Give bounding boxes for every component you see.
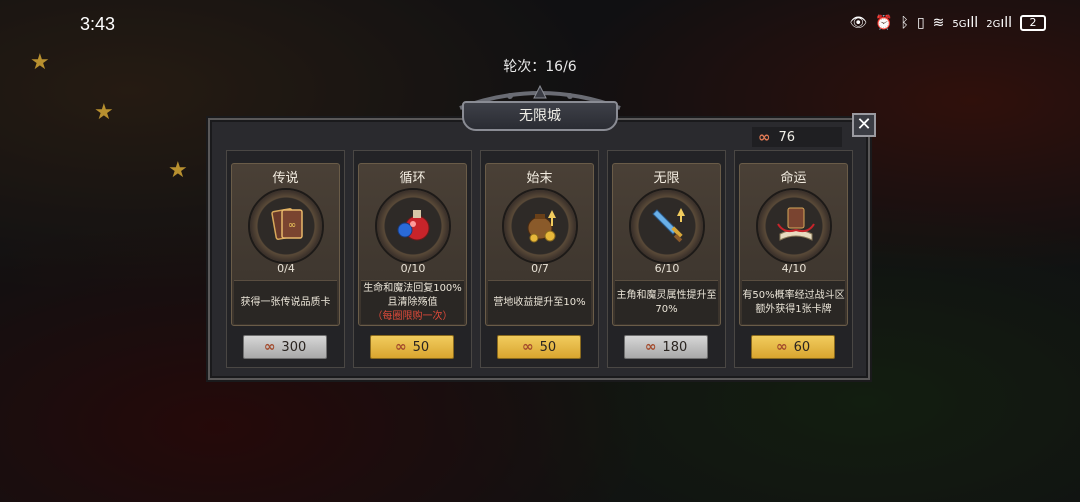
wifi-icon: ≋ xyxy=(932,15,945,31)
infinity-icon: ∞ xyxy=(394,339,407,355)
signal-icon: 2Gıll xyxy=(986,15,1012,31)
card-body: 命运 4/10 有50%概率经过战斗区额外获得1张卡牌 xyxy=(739,163,848,326)
price-label: 60 xyxy=(793,339,811,355)
close-icon: ✕ xyxy=(856,114,872,135)
card-desc-text: 主角和魔灵属性提升至70% xyxy=(616,289,717,315)
potion-icon xyxy=(397,210,430,241)
map-star-icon: ★ xyxy=(168,158,188,183)
card-title: 循环 xyxy=(399,171,426,186)
card-desc-text: 营地收益提升至10% xyxy=(493,296,586,308)
card-progress: 0/4 xyxy=(277,262,295,275)
card-title: 传说 xyxy=(272,171,299,186)
signal-5g-icon: 5Gıll xyxy=(952,15,979,31)
card-fate[interactable]: 命运 4/10 有50%概率经过战斗区额外获得1张卡牌 ∞ 60 xyxy=(734,150,853,368)
card-progress: 6/10 xyxy=(654,262,680,275)
infinity-icon: ∞ xyxy=(644,339,657,355)
infinity-icon: ∞ xyxy=(758,128,770,146)
sword-icon xyxy=(652,208,685,243)
buy-button[interactable]: ∞ 60 xyxy=(751,335,835,359)
infinity-icon: ∞ xyxy=(775,339,788,355)
card-progress: 4/10 xyxy=(781,262,807,275)
bluetooth-icon: ᛒ xyxy=(900,15,909,31)
card-description: 有50%概率经过战斗区额外获得1张卡牌 xyxy=(742,280,845,324)
card-body: 始末 0/7 营地收益提升至10% xyxy=(485,163,594,326)
card-infinite[interactable]: 无限 6/10 主角和魔灵属性提升至70% ∞ 180 xyxy=(607,150,726,368)
round-counter: 轮次：16/6 xyxy=(503,59,577,75)
price-label: 180 xyxy=(662,339,688,355)
map-star-icon: ★ xyxy=(94,100,114,125)
card-medallion: 0/7 xyxy=(502,188,578,275)
card-title: 无限 xyxy=(653,171,680,186)
price-label: 300 xyxy=(281,339,307,355)
currency-display: ∞ 76 xyxy=(752,127,842,147)
card-cycle[interactable]: 循环 0/10 生命和魔法回复100%且清除殇值 （每圈限购一次） ∞ 50 xyxy=(353,150,472,368)
close-button[interactable]: ✕ xyxy=(852,113,876,137)
card-title: 命运 xyxy=(780,171,807,186)
card-desc-text: 有50%概率经过战斗区额外获得1张卡牌 xyxy=(742,289,845,315)
card-progress: 0/10 xyxy=(400,262,426,275)
card-medallion: 6/10 xyxy=(629,188,705,275)
card-medallion: ∞ 0/4 xyxy=(248,188,324,275)
card-body: 传说 ∞ 0/4 获得一张传说品质卡 xyxy=(231,163,340,326)
svg-text:∞: ∞ xyxy=(288,220,296,231)
buy-button[interactable]: ∞ 50 xyxy=(370,335,454,359)
card-description: 获得一张传说品质卡 xyxy=(234,280,337,324)
money-bag-icon xyxy=(527,210,556,243)
infinity-icon: ∞ xyxy=(521,339,534,355)
eye-icon: 👁 xyxy=(849,15,868,31)
card-desc-text: 生命和魔法回复100%且清除殇值 xyxy=(363,282,462,308)
card-description: 主角和魔灵属性提升至70% xyxy=(615,280,718,324)
card-body: 循环 0/10 生命和魔法回复100%且清除殇值 （每圈限购一次） xyxy=(358,163,467,326)
card-note: （每圈限购一次） xyxy=(372,310,453,322)
card-description: 营地收益提升至10% xyxy=(488,280,591,324)
legend-card-icon: ∞ xyxy=(271,208,303,240)
card-description: 生命和魔法回复100%且清除殇值 （每圈限购一次） xyxy=(361,280,464,324)
card-list: 传说 ∞ 0/4 获得一张传说品质卡 ∞ 300 循环 0/10 生命和魔法回复… xyxy=(226,150,853,368)
card-body: 无限 6/10 主角和魔灵属性提升至70% xyxy=(612,163,721,326)
card-title: 始末 xyxy=(526,171,553,186)
vibrate-icon: ▯ xyxy=(916,15,925,31)
card-medallion: 0/10 xyxy=(375,188,451,275)
buy-button[interactable]: ∞ 50 xyxy=(497,335,581,359)
card-legend[interactable]: 传说 ∞ 0/4 获得一张传说品质卡 ∞ 300 xyxy=(226,150,345,368)
battery-icon: 2 xyxy=(1020,15,1046,31)
infinity-icon: ∞ xyxy=(263,339,276,355)
card-beginning-end[interactable]: 始末 0/7 营地收益提升至10% ∞ 50 xyxy=(480,150,599,368)
card-progress: 0/7 xyxy=(531,262,549,275)
card-medallion: 4/10 xyxy=(756,188,832,275)
status-time: 3:43 xyxy=(80,14,116,34)
buy-button[interactable]: ∞ 180 xyxy=(624,335,708,359)
buy-button[interactable]: ∞ 300 xyxy=(243,335,327,359)
status-icons: 👁 ⏰ ᛒ ▯ ≋ 5Gıll 2Gıll 2 xyxy=(849,15,1046,31)
alarm-icon: ⏰ xyxy=(875,15,893,31)
signal-5g-label: 5G xyxy=(952,19,967,30)
fate-book-icon xyxy=(777,207,815,241)
card-desc-text: 获得一张传说品质卡 xyxy=(240,296,331,308)
panel-title: 无限城 xyxy=(462,101,618,131)
signal-2g-label: 2G xyxy=(986,19,1001,30)
price-label: 50 xyxy=(539,339,557,355)
price-label: 50 xyxy=(412,339,430,355)
currency-value: 76 xyxy=(778,129,796,145)
status-bar: 3:43 👁 ⏰ ᛒ ▯ ≋ 5Gıll 2Gıll 2 xyxy=(0,0,1080,50)
